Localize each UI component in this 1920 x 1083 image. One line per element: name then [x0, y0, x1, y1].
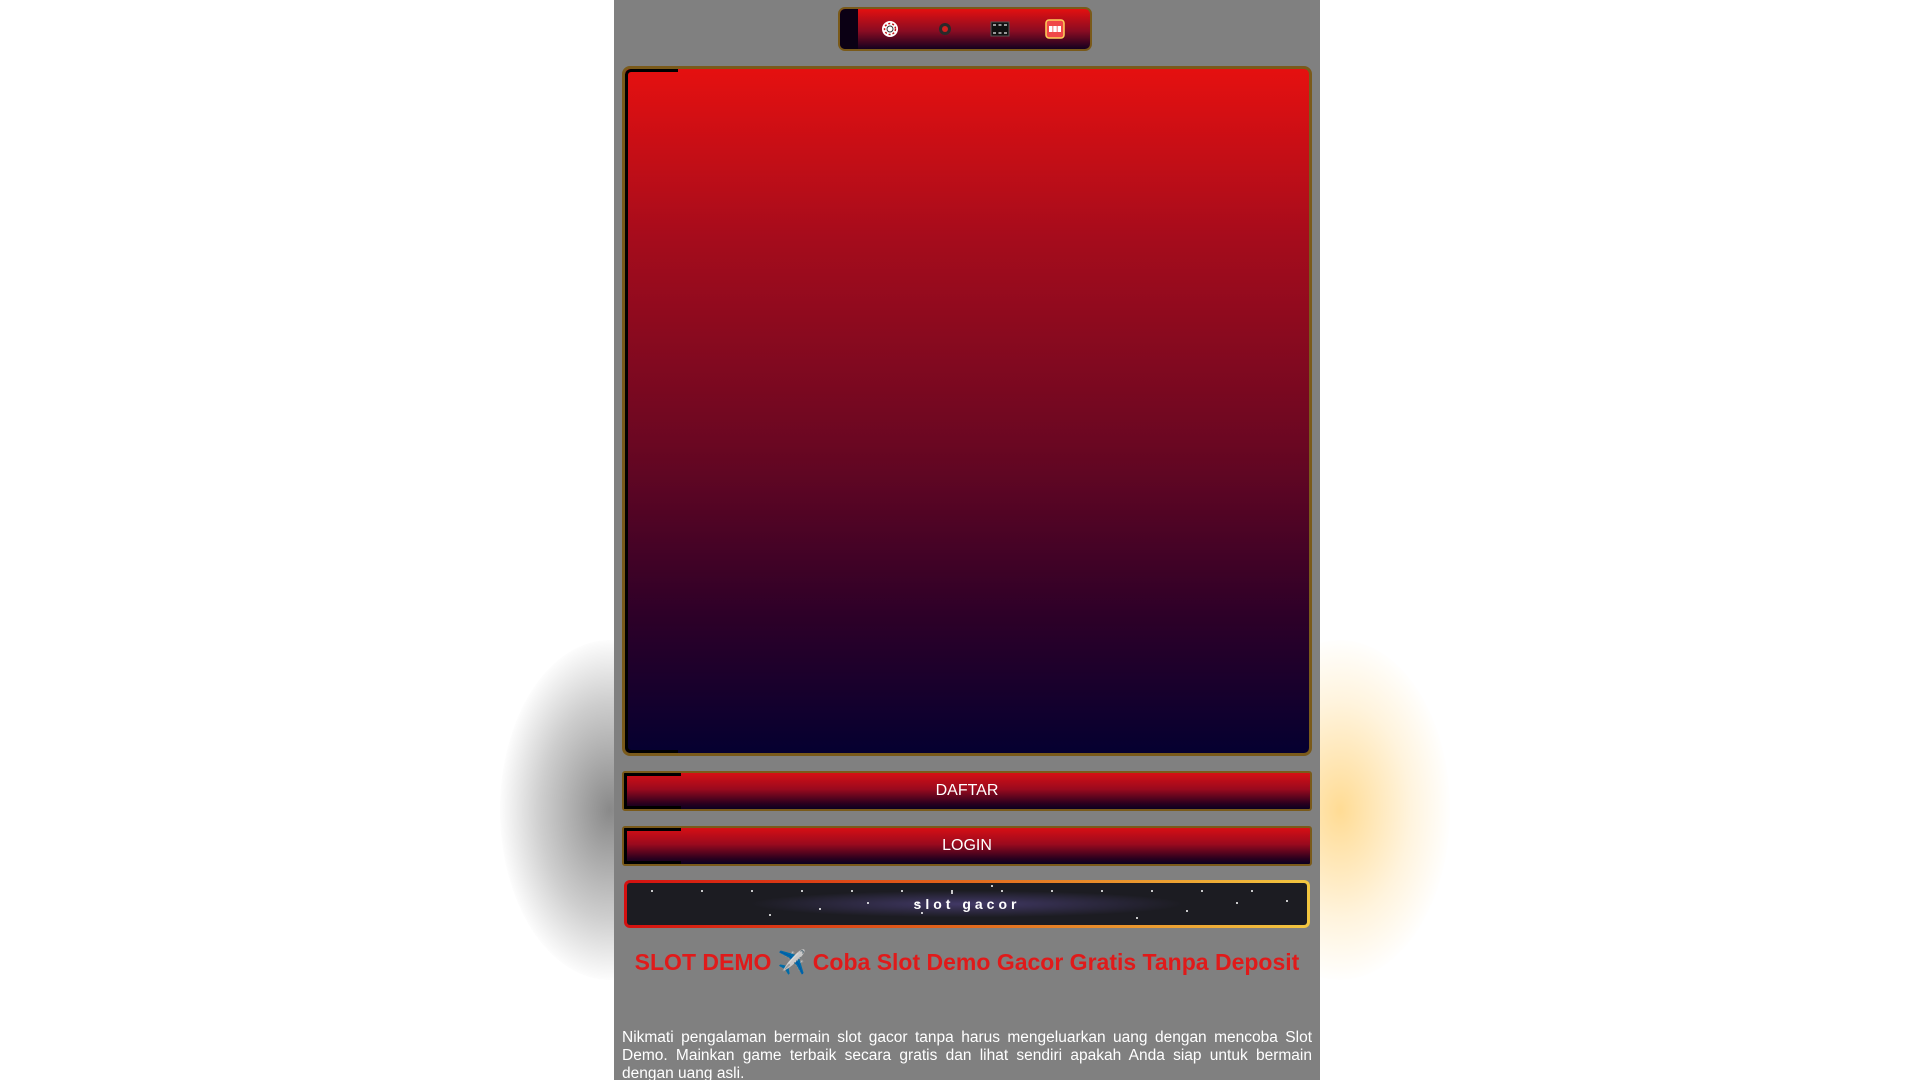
login-button[interactable]: LOGIN [622, 826, 1312, 866]
hero-banner[interactable] [622, 66, 1312, 756]
slot-machine-icon[interactable] [1044, 18, 1066, 40]
marquee-banner[interactable]: slot gacor [624, 880, 1310, 928]
record-icon[interactable] [934, 18, 956, 40]
login-button-label: LOGIN [942, 837, 992, 854]
top-icon-nav [838, 7, 1092, 51]
marquee-text: slot gacor [913, 896, 1021, 912]
mobile-page-container: DAFTAR LOGIN slot gacor SLOT DEMO ✈️ Cob… [614, 0, 1320, 1082]
page-title: SLOT DEMO ✈️ Coba Slot Demo Gacor Gratis… [634, 949, 1300, 975]
daftar-button[interactable]: DAFTAR [622, 771, 1312, 811]
daftar-button-label: DAFTAR [935, 782, 999, 799]
chip-icon[interactable] [879, 18, 901, 40]
film-icon[interactable] [989, 18, 1011, 40]
page-description: Nikmati pengalaman bermain slot gacor ta… [622, 1029, 1312, 1082]
